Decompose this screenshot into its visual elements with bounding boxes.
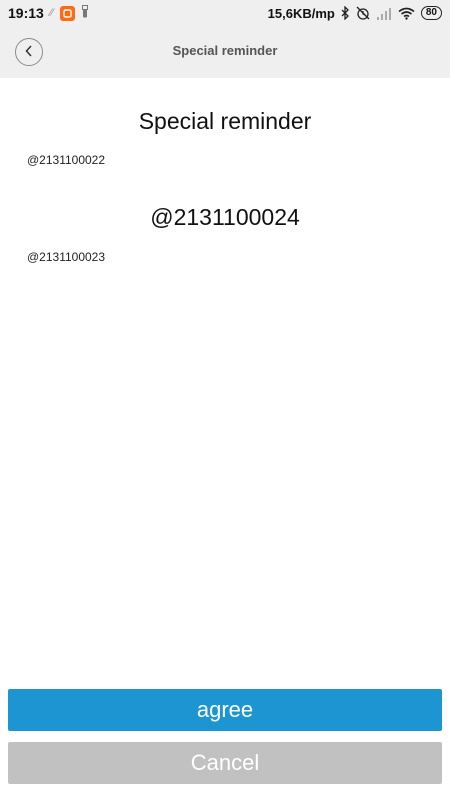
screen: 19:13 ⁄⁄ 15,6KB/mp 80 Special reminder S… <box>0 0 450 800</box>
content-title: Special reminder <box>138 108 312 134</box>
status-bar: 19:13 ⁄⁄ 15,6KB/mp 80 <box>0 0 450 26</box>
agree-button[interactable]: agree <box>8 689 442 731</box>
sim-icon: ⁄⁄ <box>49 7 54 19</box>
battery-icon: 80 <box>420 6 442 20</box>
header: Special reminder <box>0 26 450 78</box>
signal-icon <box>376 7 392 20</box>
net-speed: 15,6KB/mp <box>267 5 335 21</box>
reminder-line-3: @2131100023 <box>27 250 106 264</box>
cancel-button[interactable]: Cancel <box>8 742 442 784</box>
bluetooth-icon <box>341 6 350 20</box>
reminder-line-2: @2131100024 <box>150 204 300 230</box>
notification-app-icon <box>59 5 75 21</box>
status-left: 19:13 ⁄⁄ <box>8 5 89 21</box>
status-time: 19:13 <box>8 5 44 21</box>
alarm-off-icon <box>356 6 370 20</box>
reminder-line-1: @2131100022 <box>27 153 106 167</box>
header-title: Special reminder <box>172 43 278 58</box>
wifi-icon <box>398 7 415 20</box>
status-right: 15,6KB/mp 80 <box>268 6 442 21</box>
usb-icon <box>81 5 89 21</box>
